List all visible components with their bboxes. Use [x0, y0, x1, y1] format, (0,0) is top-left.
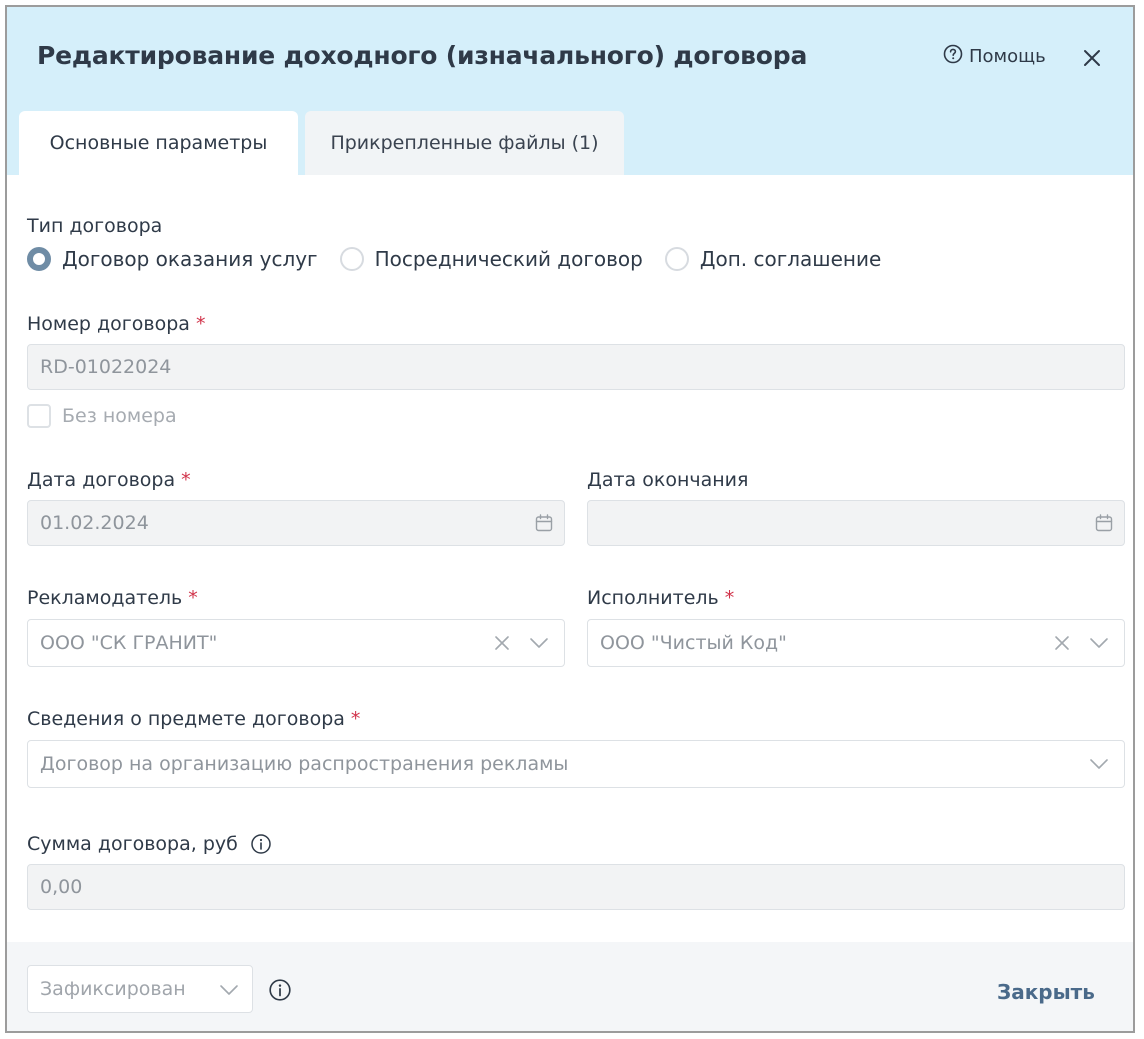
required-mark: * — [181, 469, 191, 491]
checkbox-label: Без номера — [62, 405, 177, 427]
label-text: Сведения о предмете договора — [27, 708, 345, 730]
close-icon[interactable] — [1079, 45, 1105, 71]
contract-date-input[interactable]: 01.02.2024 — [27, 500, 565, 546]
label-text: Сумма договора, руб — [27, 833, 238, 855]
dialog-title: Редактирование доходного (изначального) … — [37, 41, 808, 70]
advertiser-label: Рекламодатель * — [27, 587, 198, 609]
radio-button[interactable] — [339, 247, 364, 271]
radio-label: Доп. соглашение — [699, 247, 882, 271]
no-number-checkbox[interactable] — [27, 404, 51, 428]
radio-label: Договор оказания услуг — [62, 247, 318, 271]
close-button[interactable]: Закрыть — [997, 980, 1095, 1004]
advertiser-select[interactable]: ООО "СК ГРАНИТ" — [27, 619, 565, 667]
required-mark: * — [195, 313, 206, 335]
status-select[interactable]: Зафиксирован — [27, 965, 253, 1013]
end-date-label: Дата окончания — [587, 469, 749, 491]
contract-number-label: Номер договора * — [27, 313, 205, 335]
field-value: Договор на организацию распространения р… — [40, 753, 569, 775]
label-text: Дата договора — [27, 469, 176, 491]
radio-button-checked[interactable] — [27, 247, 51, 271]
contract-number-input[interactable]: RD-01022024 — [27, 344, 1125, 390]
help-circle-icon — [943, 44, 963, 69]
subject-label: Сведения о предмете договора * — [27, 708, 360, 730]
field-value: 01.02.2024 — [40, 512, 149, 534]
tab-label: Основные параметры — [49, 132, 268, 154]
amount-label: Сумма договора, руб — [27, 833, 272, 855]
dialog-header: Редактирование доходного (изначального) … — [7, 7, 1133, 175]
edit-contract-dialog: Редактирование доходного (изначального) … — [5, 5, 1135, 1033]
info-icon[interactable] — [250, 833, 272, 855]
required-mark: * — [188, 587, 198, 609]
tab-attached-files[interactable]: Прикрепленные файлы (1) — [305, 111, 624, 175]
chevron-down-icon[interactable] — [1088, 754, 1110, 774]
radio-agency-contract[interactable]: Посреднический договор — [339, 247, 643, 271]
label-text: Номер договора — [27, 313, 190, 335]
field-value: 0,00 — [40, 876, 83, 898]
radio-supplementary-agreement[interactable]: Доп. соглашение — [664, 247, 882, 271]
tab-main-params[interactable]: Основные параметры — [19, 111, 298, 175]
calendar-icon[interactable] — [1094, 513, 1114, 533]
label-text: Исполнитель — [587, 587, 719, 609]
help-button[interactable]: Помощь — [943, 44, 1046, 69]
chevron-down-icon[interactable] — [218, 980, 240, 1000]
help-label: Помощь — [969, 46, 1046, 67]
clear-icon[interactable] — [492, 633, 512, 653]
required-mark: * — [350, 708, 361, 730]
radio-label: Посреднический договор — [374, 247, 643, 271]
subject-select[interactable]: Договор на организацию распространения р… — [27, 740, 1125, 788]
end-date-input[interactable] — [587, 500, 1125, 546]
radio-service-contract[interactable]: Договор оказания услуг — [27, 247, 318, 271]
radio-button[interactable] — [664, 247, 689, 271]
amount-input[interactable]: 0,00 — [27, 864, 1125, 910]
calendar-icon[interactable] — [534, 513, 554, 533]
no-number-checkbox-row[interactable]: Без номера — [27, 404, 177, 428]
contract-type-label: Тип договора — [27, 215, 163, 237]
chevron-down-icon[interactable] — [1088, 633, 1110, 653]
contract-type-radio-group: Договор оказания услуг Посреднический до… — [27, 247, 903, 271]
chevron-down-icon[interactable] — [528, 633, 550, 653]
field-value: ООО "СК ГРАНИТ" — [40, 632, 218, 654]
info-icon[interactable] — [268, 978, 292, 1002]
tab-label: Прикрепленные файлы (1) — [330, 132, 599, 154]
clear-icon[interactable] — [1052, 633, 1072, 653]
field-value: RD-01022024 — [40, 356, 172, 378]
required-mark: * — [724, 587, 735, 609]
contract-date-label: Дата договора * — [27, 469, 191, 491]
field-value: ООО "Чистый Код" — [600, 632, 787, 654]
executor-label: Исполнитель * — [587, 587, 734, 609]
field-value: Зафиксирован — [40, 978, 186, 1000]
label-text: Рекламодатель — [27, 587, 183, 609]
executor-select[interactable]: ООО "Чистый Код" — [587, 619, 1125, 667]
